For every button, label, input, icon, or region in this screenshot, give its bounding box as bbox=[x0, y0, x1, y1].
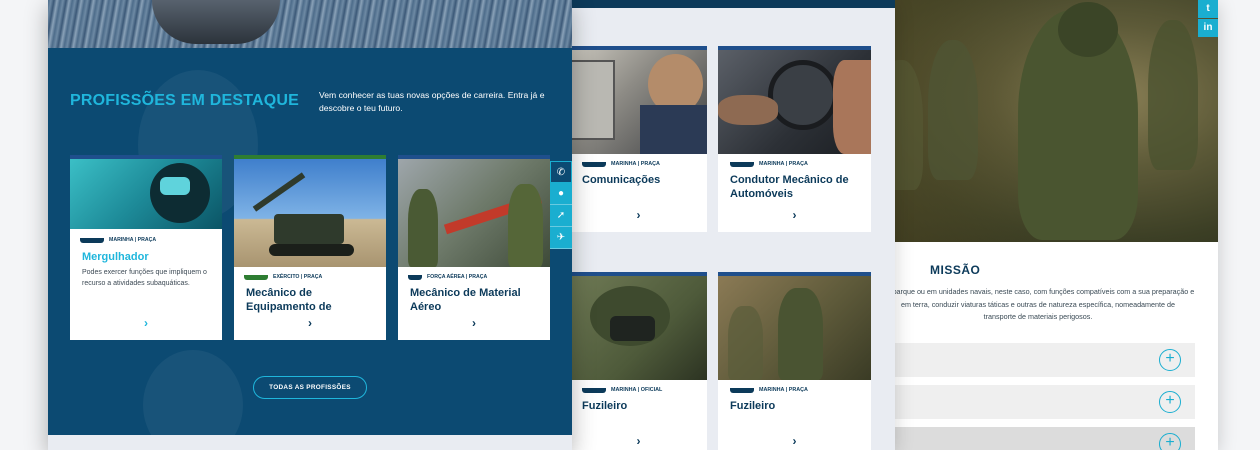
career-card[interactable]: MARINHA | PRAÇA Fuzileiro › bbox=[718, 272, 871, 450]
career-card[interactable]: MARINHA | PRAÇA Condutor Mecânico de Aut… bbox=[718, 46, 871, 232]
career-card-mecanico-equipamento[interactable]: EXÉRCITO | PRAÇA Mecânico de Equipamento… bbox=[234, 155, 386, 340]
social-bar: t in bbox=[1198, 0, 1218, 38]
section-subtitle: Vem conhecer as tuas novas opções de car… bbox=[319, 90, 545, 113]
twitter-icon[interactable]: t bbox=[1198, 0, 1218, 18]
screenshot-stage: t in MISSÃO Embarque ou em unidades nava… bbox=[0, 0, 1260, 450]
featured-careers-page: PROFISSÕES EM DESTAQUE Vem conhecer as t… bbox=[48, 0, 572, 450]
share-icon[interactable]: ➚ bbox=[550, 205, 572, 227]
chevron-right-icon[interactable]: › bbox=[472, 316, 476, 330]
mission-page: t in MISSÃO Embarque ou em unidades nava… bbox=[868, 0, 1218, 450]
soldiers-photo bbox=[868, 0, 1218, 242]
career-card[interactable]: MARINHA | OFICIAL Fuzileiro › bbox=[570, 272, 707, 450]
plus-icon[interactable]: + bbox=[1159, 349, 1181, 371]
plane-icon[interactable]: ✈ bbox=[550, 227, 572, 249]
plus-icon[interactable]: + bbox=[1159, 433, 1181, 450]
mission-text: Embarque ou em unidades navais, neste ca… bbox=[881, 287, 1195, 321]
career-card-mecanico-material-aereo[interactable]: FORÇA AÉREA | PRAÇA Mecânico de Material… bbox=[398, 155, 550, 340]
chevron-right-icon[interactable]: › bbox=[793, 208, 797, 222]
accordion-item-2[interactable]: + bbox=[888, 385, 1195, 419]
accordion-item-1[interactable]: + bbox=[888, 343, 1195, 377]
chevron-right-icon[interactable]: › bbox=[637, 434, 641, 448]
careers-grid-page: MARINHA | PRAÇA Comunicações › MARINHA |… bbox=[550, 0, 895, 450]
all-professions-button[interactable]: TODAS AS PROFISSÕES bbox=[253, 376, 367, 399]
phone-icon[interactable]: ✆ bbox=[550, 161, 572, 183]
chevron-right-icon[interactable]: › bbox=[793, 434, 797, 448]
side-toolbar: ✆ ● ➚ ✈ bbox=[550, 161, 572, 249]
chevron-right-icon[interactable]: › bbox=[637, 208, 641, 222]
chevron-right-icon[interactable]: › bbox=[308, 316, 312, 330]
plus-icon[interactable]: + bbox=[1159, 391, 1181, 413]
mission-title: MISSÃO bbox=[930, 263, 981, 277]
career-card[interactable]: MARINHA | PRAÇA Comunicações › bbox=[570, 46, 707, 232]
ship-photo bbox=[48, 0, 572, 48]
accordion-item-3[interactable]: + bbox=[888, 427, 1195, 450]
career-card-mergulhador[interactable]: MARINHA | PRAÇA Mergulhador Podes exerce… bbox=[70, 155, 222, 340]
section-title: PROFISSÕES EM DESTAQUE bbox=[70, 92, 300, 109]
bell-icon[interactable]: ● bbox=[550, 183, 572, 205]
chevron-right-icon[interactable]: › bbox=[144, 316, 148, 330]
linkedin-icon[interactable]: in bbox=[1198, 19, 1218, 37]
